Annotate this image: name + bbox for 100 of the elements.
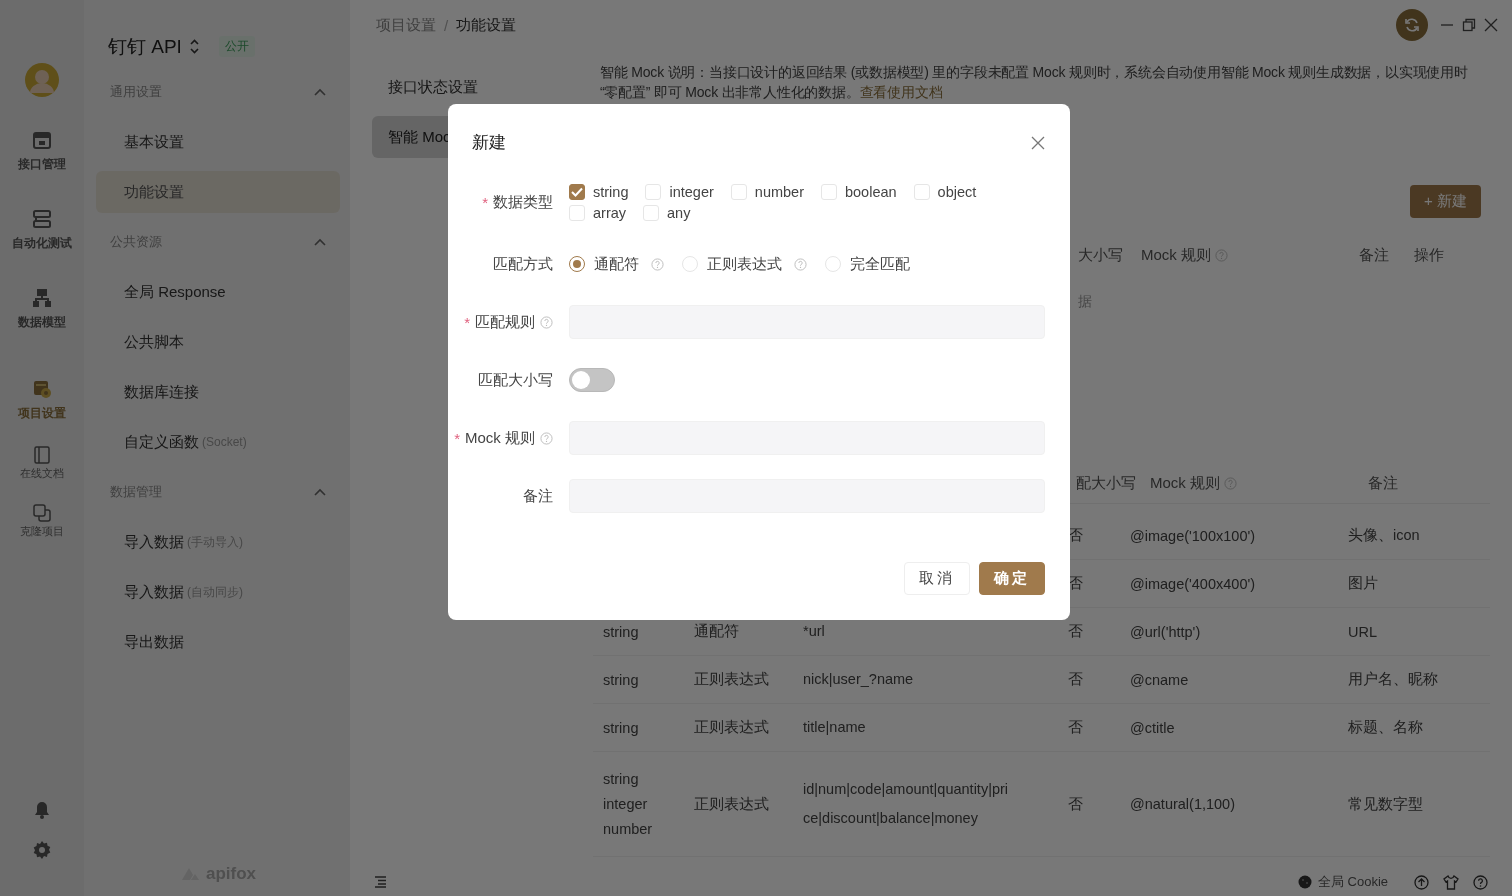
table-cell-text: integer <box>603 796 649 812</box>
field-label: Mock 规则 <box>465 428 535 448</box>
breadcrumb-separator: / <box>444 16 449 34</box>
table-cell-text: string <box>603 623 640 640</box>
upload-icon[interactable] <box>1414 874 1429 890</box>
nav-item[interactable]: 项目设置 <box>18 367 66 446</box>
table-cell-text: @cname <box>1130 671 1190 688</box>
help-icon[interactable] <box>1473 874 1488 890</box>
type-checkbox[interactable]: object <box>913 181 977 202</box>
type-checkbox[interactable]: array <box>569 202 627 223</box>
restore-icon[interactable] <box>1462 18 1476 32</box>
table-cell-text: nick|user_?name <box>803 670 915 689</box>
bell-icon[interactable] <box>34 801 50 819</box>
cookie-label[interactable]: 全局 Cookie <box>1317 873 1388 891</box>
table-cell-text: 否 <box>1067 794 1084 814</box>
close-icon[interactable] <box>1031 135 1045 150</box>
nav-item[interactable]: 接口管理 <box>18 118 66 197</box>
match-radio[interactable]: 完全匹配 <box>825 253 910 275</box>
column-header: 备注 <box>1368 473 1398 493</box>
avatar[interactable] <box>25 63 59 97</box>
table-cell-text: *url <box>803 622 826 641</box>
collapse-icon[interactable] <box>314 488 326 496</box>
type-checkbox[interactable]: integer <box>645 181 714 202</box>
column-header: Mock 规则 <box>1150 473 1220 493</box>
type-checkbox[interactable]: number <box>730 181 804 202</box>
table-cell-text: 头像、icon <box>1348 526 1421 545</box>
nav-item[interactable]: 在线文档 <box>20 446 64 504</box>
cookie-icon <box>1297 875 1312 889</box>
confirm-button[interactable]: 确定 <box>979 562 1045 595</box>
type-checkbox[interactable]: any <box>643 202 691 223</box>
column-header: 配大小写 <box>1076 473 1136 493</box>
collapse-icon[interactable] <box>314 88 326 96</box>
table-cell-text: 正则表达式 <box>694 718 770 737</box>
hierarchy-icon <box>32 288 52 308</box>
match-radio[interactable]: 通配符 <box>569 253 664 275</box>
sidebar-item[interactable]: 全局 Response <box>96 271 340 313</box>
field-label: 匹配大小写 <box>478 370 553 390</box>
table-cell-text: @image('400x400') <box>1130 575 1257 592</box>
sidebar-item[interactable]: 功能设置 <box>96 171 340 213</box>
toggle-switch[interactable] <box>569 368 615 392</box>
breadcrumb-item: 功能设置 <box>456 15 517 35</box>
copy-icon <box>33 504 51 522</box>
settings-icon[interactable] <box>33 841 51 859</box>
required-mark: * <box>482 193 488 211</box>
sidebar-item[interactable]: 公共脚本 <box>96 321 340 363</box>
table-cell-text: 正则表达式 <box>694 670 770 689</box>
table-cell-text: @natural(1,100) <box>1130 796 1236 812</box>
match-radio[interactable]: 正则表达式 <box>682 253 807 275</box>
column-header: 操作 <box>1414 245 1444 265</box>
close-icon[interactable] <box>1484 18 1498 32</box>
shirt-icon[interactable] <box>1443 874 1459 890</box>
stack-icon <box>32 209 52 229</box>
nav-item[interactable]: 数据模型 <box>18 276 66 355</box>
table-cell-text: 用户名、昵称 <box>1348 670 1439 689</box>
document-icon <box>34 446 50 464</box>
cancel-button[interactable]: 取消 <box>904 562 970 595</box>
docs-link[interactable]: 查看使用文档 <box>859 84 943 100</box>
table-cell-text: 通配符 <box>694 622 740 641</box>
new-button[interactable]: + 新建 <box>1410 185 1481 218</box>
visibility-badge: 公开 <box>218 36 255 57</box>
sidebar-item[interactable]: 基本设置 <box>96 121 340 163</box>
field-label: 匹配规则 <box>475 312 535 332</box>
switch-icon[interactable] <box>189 39 199 54</box>
table-cell-text: 图片 <box>1348 574 1379 593</box>
sidebar-item[interactable]: 导出数据 <box>96 621 340 663</box>
project-title[interactable]: 钉钉 API <box>108 33 182 60</box>
column-header: 大小写 <box>1078 245 1123 265</box>
field-label: 匹配方式 <box>493 254 553 274</box>
type-checkbox[interactable]: boolean <box>821 181 897 202</box>
table-cell-text: 否 <box>1067 574 1084 593</box>
table-cell-text: 否 <box>1067 718 1084 737</box>
table-cell-text: number <box>603 821 654 837</box>
table-cell-text: @url('http') <box>1130 623 1202 640</box>
table-cell-text: URL <box>1348 623 1378 640</box>
sync-button[interactable] <box>1396 9 1428 41</box>
table-cell-text: 正则表达式 <box>694 794 770 814</box>
sync-icon <box>1404 17 1420 33</box>
table-cell-text: 常见数字型 <box>1348 794 1424 814</box>
type-checkbox[interactable]: string <box>569 181 629 202</box>
table-cell-text: 否 <box>1067 670 1084 689</box>
field-label: 数据类型 <box>493 192 553 212</box>
table-cell-text: string <box>603 719 640 736</box>
table-cell-text: title|name <box>803 718 867 737</box>
column-header: 备注 <box>1359 245 1389 265</box>
sidebar-item[interactable]: 数据库连接 <box>96 371 340 413</box>
required-mark: * <box>454 429 460 447</box>
table-cell-text: 否 <box>1067 622 1084 641</box>
column-header: Mock 规则 <box>1141 245 1211 265</box>
table-cell-text: string <box>603 771 640 787</box>
calendar-icon <box>32 130 52 150</box>
settings-tab[interactable]: 接口状态设置 <box>372 66 558 108</box>
required-mark: * <box>464 313 470 331</box>
table-cell-text: id|num|code|amount|quantity|price|discount|balance|money <box>803 780 1010 828</box>
menu-icon[interactable] <box>374 876 387 888</box>
table-cell-text: 标题、名称 <box>1348 718 1424 737</box>
nav-item[interactable]: 自动化测试 <box>12 197 72 276</box>
notice-text: 智能 Mock 说明：当接口设计的返回结果 (或数据模型) 里的字段未配置 Mock 规则时，系统会自动使用智能 Mock 规则生成数据，以实现使用时 “零配置” 即可 Mock 出非常人性化的数据。查看使用文档 <box>600 63 1469 102</box>
collapse-icon[interactable] <box>314 238 326 246</box>
table-cell-text: @ctitle <box>1130 719 1176 736</box>
checkbox[interactable] <box>569 183 585 200</box>
